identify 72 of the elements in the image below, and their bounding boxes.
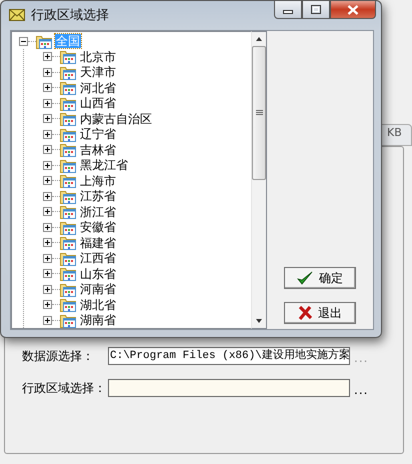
- tree-item[interactable]: 江苏省: [79, 189, 117, 204]
- folder-icon: [60, 282, 76, 297]
- maximize-icon: [311, 5, 321, 14]
- tree-item[interactable]: 山西省: [79, 96, 117, 110]
- expand-icon[interactable]: [43, 83, 52, 92]
- folder-icon: [60, 158, 76, 173]
- folder-icon: [36, 34, 52, 49]
- tree-item[interactable]: 安徽省: [79, 220, 117, 234]
- tree-item[interactable]: 福建省: [79, 236, 117, 250]
- expand-icon[interactable]: [43, 160, 52, 170]
- ok-button[interactable]: 确定: [284, 267, 356, 289]
- folder-icon: [60, 173, 76, 188]
- minimize-button[interactable]: [274, 0, 302, 19]
- folder-icon: [60, 80, 76, 96]
- expand-icon[interactable]: [43, 254, 52, 263]
- expand-icon[interactable]: [43, 114, 52, 124]
- folder-icon: [60, 220, 76, 235]
- checkmark-icon: [297, 271, 313, 285]
- tree-item[interactable]: 江西省: [79, 251, 117, 266]
- expand-icon[interactable]: [43, 207, 52, 216]
- folder-icon: [60, 126, 76, 142]
- expand-icon[interactable]: [43, 300, 52, 310]
- close-button[interactable]: [330, 0, 376, 19]
- collapse-icon[interactable]: [19, 36, 28, 46]
- tree-item[interactable]: 天津市: [79, 65, 117, 80]
- envelope-icon: [9, 9, 25, 22]
- window-title: 行政区域选择: [31, 6, 109, 24]
- input-field[interactable]: [108, 379, 350, 397]
- tree-item[interactable]: 山东省: [79, 266, 117, 281]
- folder-icon: [60, 49, 76, 64]
- close-icon: [347, 4, 359, 14]
- expand-icon[interactable]: [43, 269, 52, 278]
- grip-icon: [256, 110, 262, 116]
- browse-button[interactable]: ...: [350, 381, 368, 399]
- folder-icon: [60, 142, 76, 158]
- folder-icon: [60, 111, 76, 126]
- field-label: 行政区域选择：: [22, 380, 107, 397]
- tree-item[interactable]: 北京市: [79, 50, 117, 64]
- cross-icon: [298, 306, 312, 320]
- scrollbar[interactable]: [251, 30, 267, 329]
- folder-icon: [60, 297, 76, 312]
- tree-item[interactable]: 湖南省: [79, 313, 117, 328]
- expand-icon[interactable]: [43, 52, 52, 62]
- folder-icon: [60, 266, 76, 282]
- folder-icon: [60, 204, 76, 220]
- tree-item[interactable]: 浙江省: [79, 204, 117, 219]
- expand-icon[interactable]: [43, 68, 52, 77]
- tree-item[interactable]: 河北省: [79, 80, 117, 95]
- expand-icon[interactable]: [43, 284, 52, 294]
- tree-item[interactable]: 黑龙江省: [79, 158, 129, 172]
- expand-icon[interactable]: [43, 130, 52, 139]
- field-label: 数据源选择：: [22, 348, 95, 365]
- tree-item[interactable]: 内蒙古自治区: [79, 112, 153, 126]
- expand-icon[interactable]: [43, 98, 52, 108]
- expand-icon[interactable]: [43, 222, 52, 232]
- folder-icon: [60, 188, 76, 204]
- expand-icon[interactable]: [43, 176, 52, 186]
- tree-item[interactable]: 辽宁省: [79, 127, 117, 142]
- maximize-button[interactable]: [302, 0, 330, 19]
- tree-item[interactable]: 吉林省: [79, 142, 117, 157]
- exit-button[interactable]: 退出: [284, 302, 356, 324]
- folder-icon: [60, 250, 76, 266]
- tree-item[interactable]: 上海市: [79, 174, 117, 188]
- tree-item[interactable]: 河南省: [79, 282, 117, 296]
- expand-icon[interactable]: [43, 145, 52, 154]
- tree-item[interactable]: 湖北省: [79, 298, 117, 312]
- expand-icon[interactable]: [43, 316, 52, 325]
- folder-icon: [60, 96, 76, 111]
- folder-icon: [60, 235, 76, 250]
- expand-icon[interactable]: [43, 238, 52, 248]
- folder-icon: [60, 64, 76, 80]
- expand-icon[interactable]: [43, 192, 52, 201]
